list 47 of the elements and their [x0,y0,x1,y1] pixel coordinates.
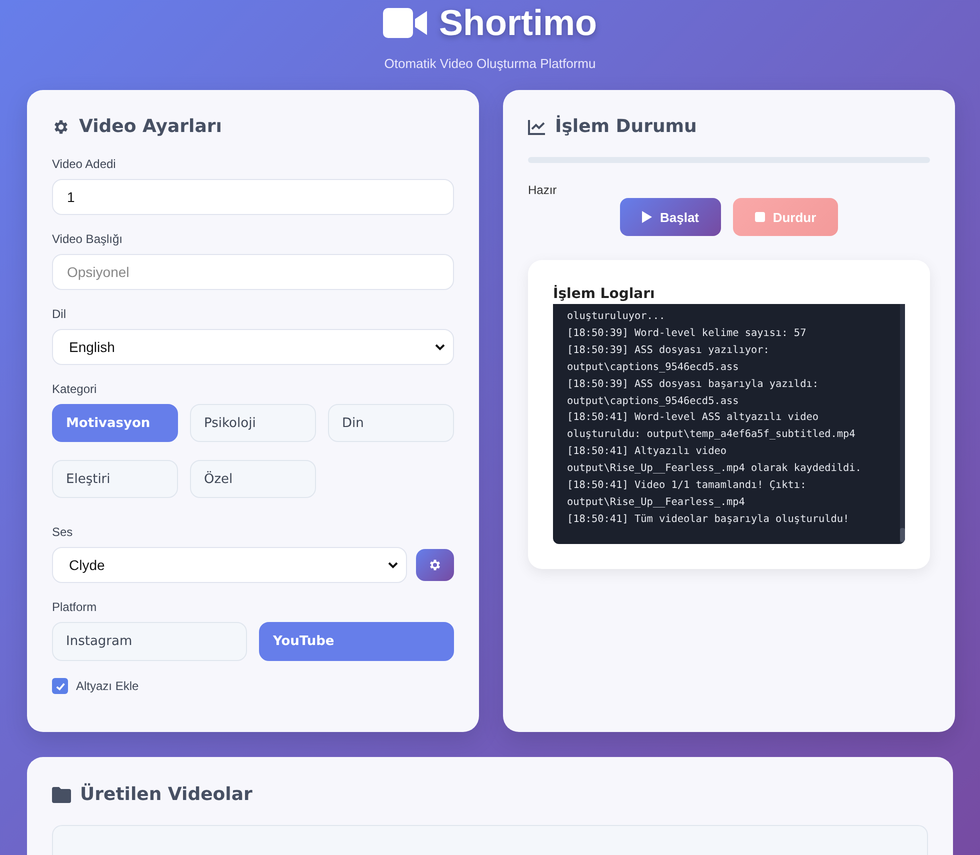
category-option[interactable]: Eleştiri [52,460,178,498]
log-line: [18:50:39] ASS dosyası başarıyla yazıldı: output\captions_9546ecd5.ass [567,378,820,409]
log-line: oluşturuluyor... [567,310,666,324]
settings-icon [52,118,70,136]
platform-option[interactable]: Instagram [52,622,247,661]
line-chart-icon [528,118,546,134]
log-line: [18:50:41] Altyazılı video output\Rise_Up__Fearless_.mp4 olarak kaydedildi. [567,445,862,476]
log-line: [18:50:39] ASS dosyası yazılıyor: output\captions_9546ecd5.ass [567,344,770,375]
checkbox[interactable] [52,678,68,694]
log-line: [18:50:41] Word-level ASS altyazılı video oluşturuldu: output\temp_a4ef6a5f_subtitled.mp4 [567,411,856,442]
checkbox-label: Altyazı Ekle [76,679,139,693]
start-button[interactable]: Başlat [620,198,721,236]
category-option[interactable]: Özel [190,460,316,498]
field-label: Platform [52,600,98,614]
check-icon [54,680,66,692]
video-camera-icon [383,8,427,38]
chevron-down-icon [435,344,445,350]
chevron-down-icon [388,562,398,568]
logs-title: İşlem Logları [553,286,656,302]
log-line: [18:50:41] Tüm videolar başarıyla oluşturuldu! [567,512,850,527]
status-text: Hazır [528,183,558,197]
video-count-field[interactable]: 1 [52,179,454,215]
category-option[interactable]: Psikoloji [190,404,316,442]
field-label: Kategori [52,382,98,396]
voice-settings-button[interactable] [416,549,454,581]
settings-icon [428,558,442,572]
log-line: [18:50:39] Word-level kelime sayısı: 57 [567,326,808,341]
voice-dropdown[interactable]: Clyde [52,547,407,583]
app-title: Shortimo [439,2,597,44]
field-label: Video Başlığı [52,232,124,246]
card-title: Video Ayarları [79,116,222,137]
app-subtitle: Otomatik Video Oluşturma Platformu [384,56,596,71]
card-title: Üretilen Videolar [80,784,252,805]
field-label: Ses [52,525,74,539]
stop-icon [754,212,765,222]
language-dropdown[interactable]: English [52,329,454,365]
category-option[interactable]: Motivasyon [52,404,178,442]
platform-option[interactable]: YouTube [259,622,454,661]
field-label: Video Adedi [52,157,117,171]
log-line: [18:50:41] Video 1/1 tamamlandı! Çıktı: output\Rise_Up__Fearless_.mp4 [567,479,808,510]
field-label: Dil [52,307,67,321]
card-title: İşlem Durumu [555,116,697,137]
video-title-field[interactable]: Opsiyonel [52,254,454,290]
scrollbar[interactable] [900,304,905,544]
folder-icon [52,786,71,802]
category-option[interactable]: Din [328,404,454,442]
play-icon [642,211,652,223]
